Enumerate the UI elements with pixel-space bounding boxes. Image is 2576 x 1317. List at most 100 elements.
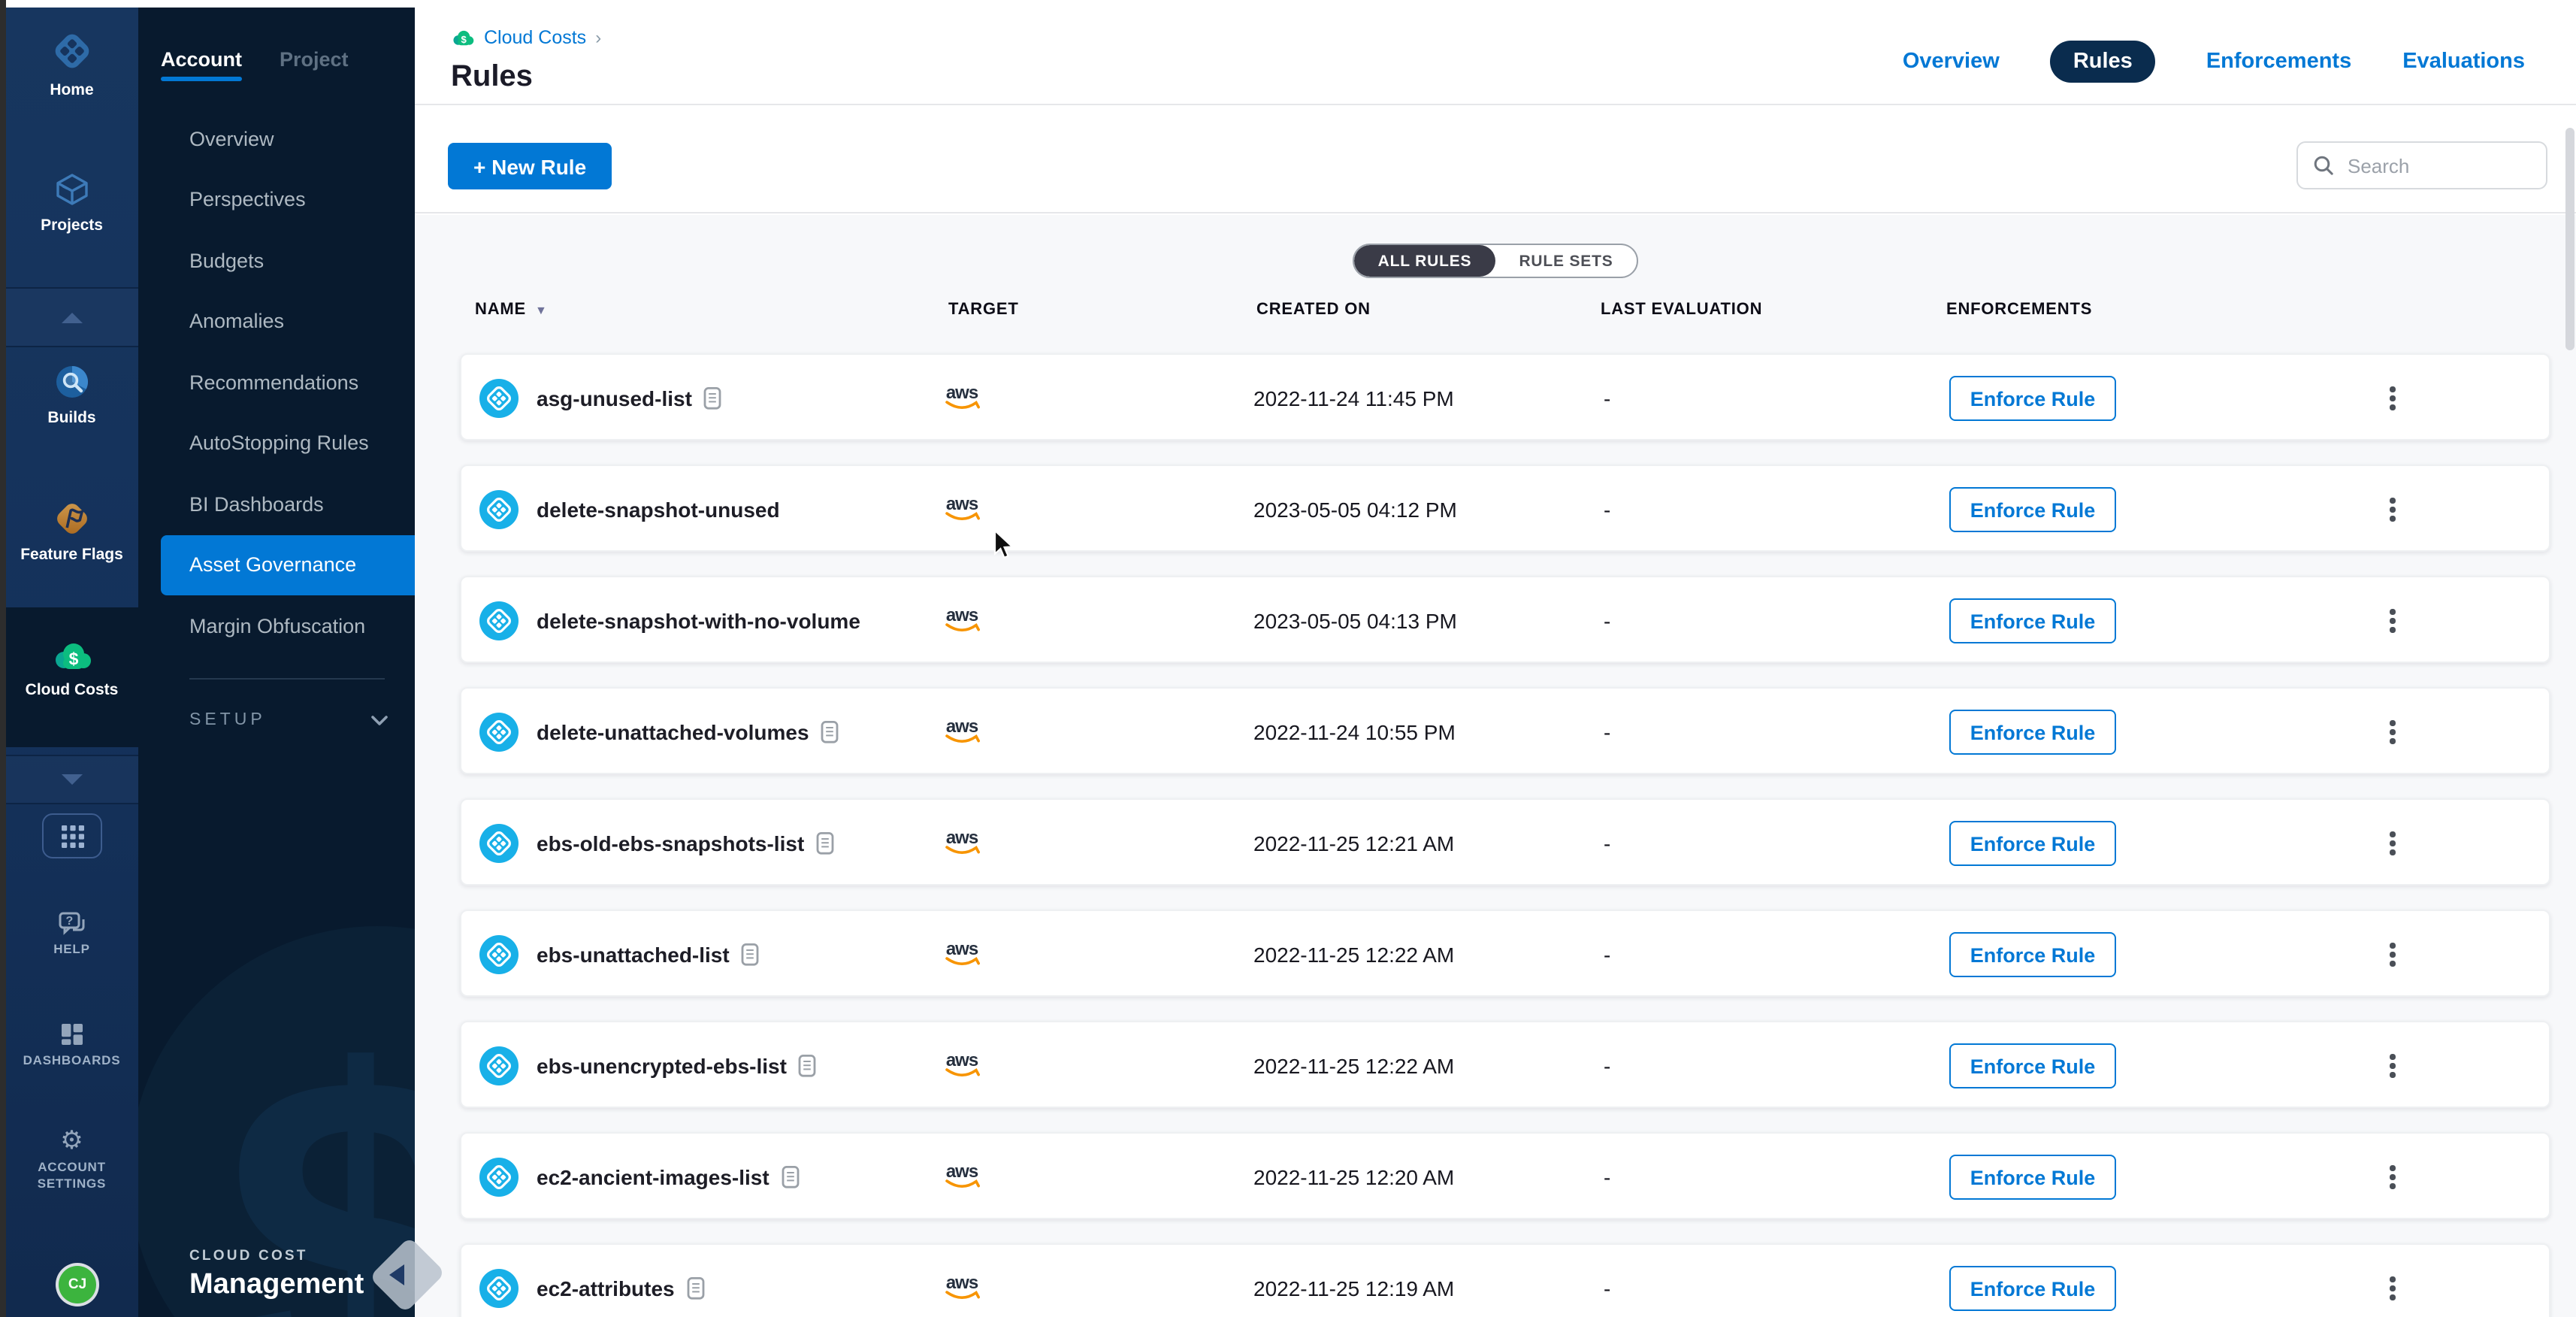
search-icon [2313,155,2334,176]
sidebar-item-anomalies[interactable]: Anomalies [161,291,415,352]
clone-icon[interactable] [782,1165,800,1189]
last-evaluation: - [1604,1245,1610,1317]
tab-overview[interactable]: Overview [1903,41,2000,83]
aws-target-icon: aws [939,710,984,755]
governance-rule-icon [479,1269,519,1308]
toggle-all-rules[interactable]: ALL RULES [1354,245,1495,277]
rule-name: delete-snapshot-with-no-volume [537,609,860,633]
search-input[interactable] [2345,153,2531,178]
enforce-rule-button[interactable]: Enforce Rule [1949,376,2116,421]
panel-menu: OverviewPerspectivesBudgetsAnomaliesReco… [138,108,415,656]
sidebar-item-asset-governance[interactable]: Asset Governance [161,534,415,595]
last-evaluation: - [1604,800,1610,887]
row-menu-button[interactable] [2381,1269,2405,1308]
rail-utility-account-settings[interactable]: ⚙ACCOUNTSETTINGS [6,1129,138,1192]
sidebar-item-perspectives[interactable]: Perspectives [161,169,415,230]
column-header-name[interactable]: NAME ▼ [475,301,548,319]
setup-label: SETUP [189,711,266,729]
table-row[interactable]: delete-snapshot-with-no-volumeaws2023-05… [460,576,2550,663]
row-menu-button[interactable] [2381,713,2405,752]
clone-icon[interactable] [687,1276,705,1300]
table-row[interactable]: asg-unused-listaws2022-11-24 11:45 PM-En… [460,353,2550,441]
table-row[interactable]: ebs-unencrypted-ebs-listaws2022-11-25 12… [460,1021,2550,1108]
new-rule-button[interactable]: + New Rule [448,143,612,189]
rail-module-feature-flags[interactable]: Feature Flags [6,499,138,564]
chevron-up-icon [62,312,83,322]
clone-icon[interactable] [799,1054,817,1078]
aws-target-icon: aws [939,932,984,977]
row-menu-button[interactable] [2381,935,2405,974]
tab-rules[interactable]: Rules [2051,41,2155,83]
row-menu-button[interactable] [2381,1158,2405,1197]
tab-enforcements[interactable]: Enforcements [2206,41,2351,83]
created-on: 2022-11-24 10:55 PM [1253,689,1456,776]
rule-name-cell: ebs-unencrypted-ebs-list [537,1022,817,1110]
last-evaluation: - [1604,1134,1610,1221]
collapse-sidebar-button[interactable] [379,1240,421,1309]
row-menu-button[interactable] [2381,379,2405,418]
scope-tab-project[interactable]: Project [280,48,349,81]
enforce-rule-button[interactable]: Enforce Rule [1949,932,2116,977]
governance-rule-icon [479,935,519,974]
table-row[interactable]: delete-snapshot-unusedaws2023-05-05 04:1… [460,465,2550,552]
enforce-rule-button[interactable]: Enforce Rule [1949,487,2116,532]
clone-icon[interactable] [821,720,839,744]
enforce-rule-button[interactable]: Enforce Rule [1949,1043,2116,1088]
page-title: Rules [451,60,533,95]
table-row[interactable]: ec2-ancient-images-listaws2022-11-25 12:… [460,1132,2550,1219]
sort-descending-icon: ▼ [535,303,548,316]
clone-icon[interactable] [704,386,722,410]
created-on: 2022-11-25 12:20 AM [1253,1134,1454,1221]
module-picker-button[interactable] [42,813,102,858]
rail-module-label: Builds [47,409,95,427]
tab-evaluations[interactable]: Evaluations [2402,41,2525,83]
rail-module-projects[interactable]: Projects [6,170,138,235]
enforce-rule-button[interactable]: Enforce Rule [1949,1266,2116,1311]
sidebar-item-margin-obfuscation[interactable]: Margin Obfuscation [161,595,415,656]
row-menu-button[interactable] [2381,490,2405,529]
rail-utility-help[interactable]: ?HELP [6,910,138,958]
sidebar-item-budgets[interactable]: Budgets [161,230,415,291]
table-row[interactable]: ec2-attributesaws2022-11-25 12:19 AM-Enf… [460,1243,2550,1317]
clone-icon[interactable] [742,943,760,967]
table-row[interactable]: ebs-unattached-listaws2022-11-25 12:22 A… [460,910,2550,997]
scrollbar-thumb[interactable] [2565,128,2574,350]
breadcrumb[interactable]: $ Cloud Costs › [451,27,601,48]
rule-name-cell: delete-snapshot-with-no-volume [537,577,860,665]
rail-utility-label: HELP [53,941,90,958]
sidebar-item-recommendations[interactable]: Recommendations [161,352,415,413]
last-evaluation: - [1604,355,1610,442]
aws-target-icon: aws [939,821,984,866]
row-menu-button[interactable] [2381,601,2405,640]
enforce-rule-button[interactable]: Enforce Rule [1949,598,2116,643]
toggle-rule-sets[interactable]: RULE SETS [1495,245,1637,277]
enforce-rule-button[interactable]: Enforce Rule [1949,1155,2116,1200]
sidebar-item-autostopping-rules[interactable]: AutoStopping Rules [161,413,415,474]
scope-tabs: Account Project [161,48,349,81]
rail-module-builds[interactable]: Builds [6,362,138,427]
governance-rule-icon [479,490,519,529]
table-row[interactable]: delete-unattached-volumesaws2022-11-24 1… [460,687,2550,774]
table-row[interactable]: ebs-old-ebs-snapshots-listaws2022-11-25 … [460,798,2550,886]
row-menu-button[interactable] [2381,824,2405,863]
rail-module-home[interactable]: Home [6,29,138,99]
rail-utility-dashboards[interactable]: DASHBOARDS [6,1021,138,1069]
sidebar-item-bi-dashboards[interactable]: BI Dashboards [161,474,415,534]
rule-name: delete-snapshot-unused [537,498,780,522]
setup-section-toggle[interactable]: SETUP [189,701,388,740]
table-header-row: NAME ▼TARGETCREATED ONLAST EVALUATIONENF… [415,301,2576,331]
rule-name-cell: asg-unused-list [537,355,722,442]
scope-tab-account[interactable]: Account [161,48,242,81]
enforce-rule-button[interactable]: Enforce Rule [1949,821,2116,866]
rail-scroll-up[interactable] [6,287,138,347]
harness-home-icon [50,29,95,74]
avatar[interactable]: CJ [59,1266,96,1303]
module-rail: CJ Home Projects Builds Feature Flags $Cloud… [6,8,138,1317]
rail-scroll-down[interactable] [6,755,138,804]
governance-rule-icon [479,1046,519,1085]
rail-module-cloud-costs[interactable]: $Cloud Costs [6,607,138,747]
enforce-rule-button[interactable]: Enforce Rule [1949,710,2116,755]
row-menu-button[interactable] [2381,1046,2405,1085]
sidebar-item-overview[interactable]: Overview [161,108,415,169]
clone-icon[interactable] [816,831,834,855]
